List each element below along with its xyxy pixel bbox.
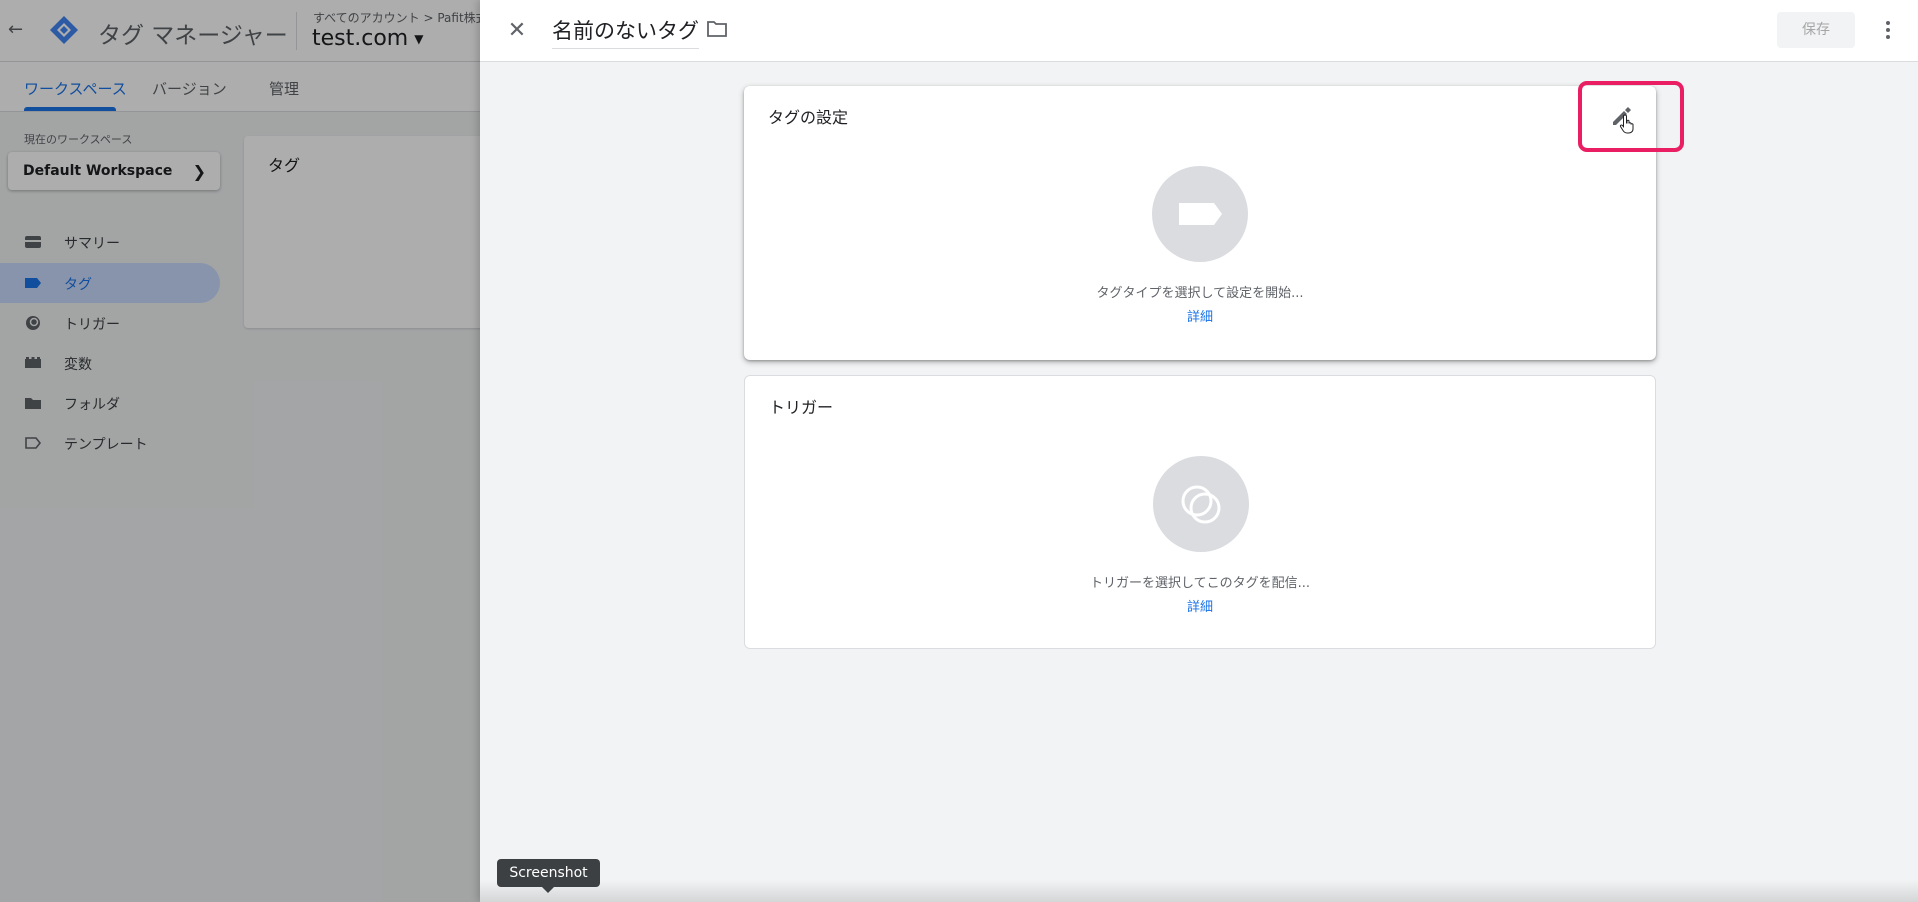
tag-icon	[1179, 203, 1222, 225]
background-app: ← タグ マネージャー すべてのアカウント > Pafit株式 test.com…	[0, 0, 480, 902]
more-vert-icon[interactable]	[1878, 18, 1898, 42]
save-button[interactable]: 保存	[1777, 12, 1855, 48]
sheet-header: ✕ 名前のないタグ 保存	[480, 0, 1918, 62]
close-icon[interactable]: ✕	[504, 18, 530, 44]
trigger-icon	[1181, 485, 1221, 524]
tag-config-hint: タグタイプを選択して設定を開始...	[1096, 286, 1304, 301]
tag-editor-sheet: ✕ 名前のないタグ 保存 タグの設定 タグタイプを選択して設定を開始... 詳細…	[480, 0, 1918, 902]
folder-icon[interactable]	[706, 20, 728, 38]
tag-config-details-link[interactable]: 詳細	[1187, 310, 1213, 325]
trigger-card[interactable]: トリガー トリガーを選択してこのタグを配信... 詳細	[744, 375, 1656, 649]
tag-name-field[interactable]: 名前のないタグ	[552, 15, 699, 49]
modal-scrim[interactable]	[0, 0, 480, 902]
tag-type-placeholder	[1152, 166, 1248, 262]
screenshot-tooltip: Screenshot	[497, 859, 600, 887]
tag-config-card[interactable]: タグの設定 タグタイプを選択して設定を開始... 詳細	[744, 86, 1656, 360]
pointer-hand-icon	[1619, 114, 1634, 134]
tooltip-arrow	[541, 886, 555, 893]
trigger-details-link[interactable]: 詳細	[1187, 600, 1213, 615]
trigger-hint: トリガーを選択してこのタグを配信...	[1089, 576, 1310, 591]
tag-config-title: タグの設定	[768, 108, 849, 127]
trigger-placeholder	[1153, 456, 1249, 552]
bottom-shadow	[480, 880, 1918, 902]
trigger-title: トリガー	[769, 398, 834, 417]
